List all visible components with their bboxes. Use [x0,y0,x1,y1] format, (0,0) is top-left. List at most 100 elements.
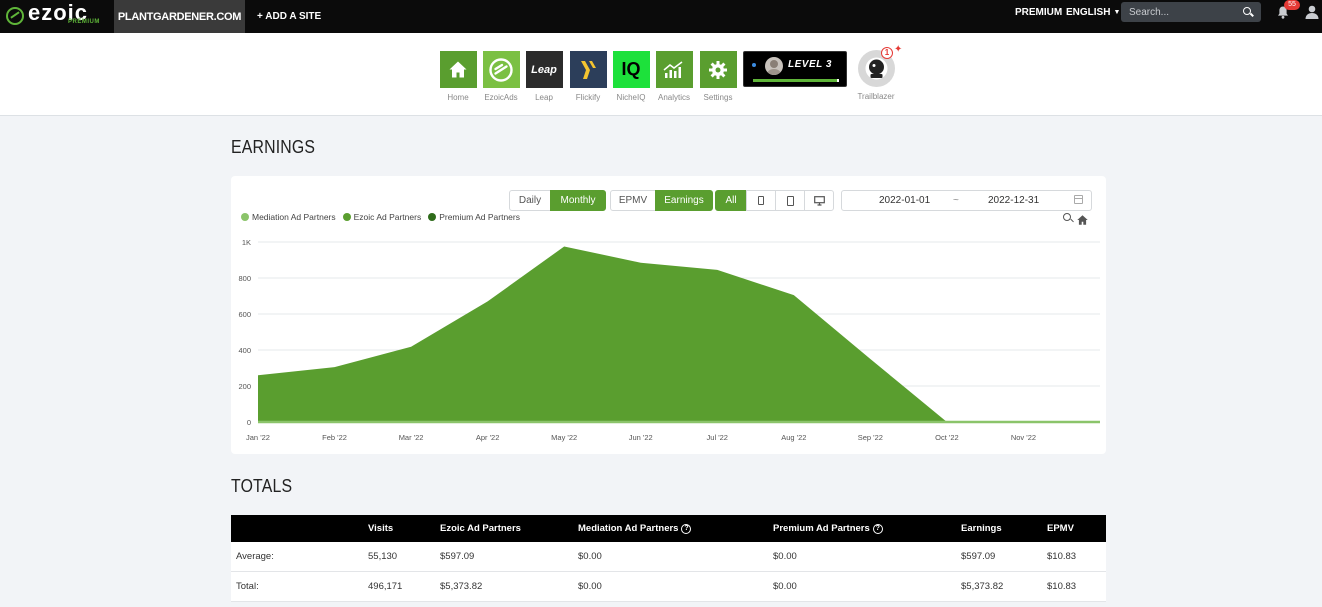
monthly-button[interactable]: Monthly [550,190,606,211]
all-devices-button[interactable]: All [715,190,747,211]
table-header: Visits Ezoic Ad Partners Mediation Ad Pa… [231,515,1106,542]
x-tick-label: May '22 [551,433,577,442]
app-trailblazer[interactable]: Trailblazer [852,50,900,101]
logo-premium-label: PREMIUM [68,19,100,25]
y-tick-label: 400 [238,346,251,355]
ezoic-logo[interactable]: ezoic PREMIUM [6,1,99,31]
column-header: Visits [368,523,394,534]
app-label: Flickify [575,93,601,102]
date-to: 2022-12-31 [988,195,1040,206]
language-dropdown[interactable]: ENGLISH ▼ [1066,0,1120,25]
leap-logo-text: Leap [531,63,557,76]
table-cell: 55,130 [368,551,398,562]
row-label: Total: [236,581,259,592]
x-tick-label: Nov '22 [1011,433,1036,442]
legend-item[interactable]: Ezoic Ad Partners [342,212,421,222]
column-header: Earnings [961,523,1002,534]
level-badge[interactable]: LEVEL 3 [743,51,847,87]
app-label: Leap [535,93,553,102]
table-cell: $597.09 [961,551,996,562]
row-label: Average: [236,551,274,562]
y-tick-label: 800 [238,274,251,283]
analytics-tile [655,51,693,88]
search-icon[interactable] [1243,7,1251,15]
app-analytics[interactable]: Analytics [650,51,698,102]
app-nicheiq[interactable]: IQ NicheIQ [607,51,655,102]
desktop-icon [813,195,825,206]
help-icon[interactable]: ? [681,523,692,534]
app-settings[interactable]: Settings [694,51,742,102]
series-area [258,246,1100,422]
app-label: Settings [703,93,733,102]
earnings-button[interactable]: Earnings [655,190,713,211]
legend-item[interactable]: Premium Ad Partners [428,212,520,222]
table-cell: $597.09 [440,551,475,562]
table-cell: $0.00 [578,581,602,592]
date-range-picker[interactable]: 2022-01-01 ~ 2022-12-31 [841,190,1092,211]
metric-toggle: EPMV Earnings [610,190,713,211]
mobile-icon [758,196,764,205]
app-ezoicads[interactable]: EzoicAds [477,51,525,102]
legend-item[interactable]: Mediation Ad Partners [241,212,336,222]
earnings-chart-card: Daily Monthly EPMV Earnings All 2022-01-… [231,176,1106,454]
flickify-tile [569,51,607,88]
flickify-icon [581,60,596,79]
totals-table: Visits Ezoic Ad Partners Mediation Ad Pa… [231,515,1106,602]
column-header-label: Premium Ad Partners [773,523,870,534]
top-navbar: ezoic PREMIUM PLANTGARDENER.COM + ADD A … [0,0,1322,33]
app-leap[interactable]: Leap Leap [520,51,568,102]
epmv-button[interactable]: EPMV [610,190,656,211]
add-site-link[interactable]: + ADD A SITE [257,0,321,33]
legend-dot [342,213,351,221]
x-tick-label: Aug '22 [781,433,806,442]
zoom-icon[interactable] [1063,213,1071,221]
search-box [1121,2,1261,22]
column-header: Ezoic Ad Partners [440,523,521,534]
app-label: Analytics [657,93,690,102]
daily-button[interactable]: Daily [509,190,551,211]
premium-link[interactable]: PREMIUM [1015,0,1062,25]
chart-legend: Mediation Ad Partners Ezoic Ad Partners … [241,212,527,222]
mobile-button[interactable] [746,190,776,211]
x-tick-label: Sep '22 [858,433,883,442]
notification-badge: 55 [1284,0,1300,10]
settings-tile [699,51,737,88]
tablet-icon [786,195,794,206]
column-header: Mediation Ad Partners? [578,515,692,542]
table-cell: $0.00 [578,551,602,562]
user-icon[interactable] [1305,5,1319,24]
table-row: Average: 55,130 $597.09 $0.00 $0.00 $597… [231,542,1106,572]
sparkle-icon: ✦ [894,44,903,55]
desktop-button[interactable] [804,190,834,211]
column-header: Premium Ad Partners? [773,515,883,542]
search-input[interactable] [1121,6,1239,18]
app-label: EzoicAds [484,93,518,102]
table-cell: $5,373.82 [440,581,483,592]
table-row: Total: 496,171 $5,373.82 $0.00 $0.00 $5,… [231,572,1106,602]
x-tick-label: Jan '22 [246,433,270,442]
x-tick-label: Oct '22 [935,433,959,442]
help-icon[interactable]: ? [872,523,883,534]
site-tab[interactable]: PLANTGARDENER.COM [114,0,245,33]
column-header: EPMV [1047,523,1074,534]
table-cell: $0.00 [773,551,797,562]
table-cell: $5,373.82 [961,581,1004,592]
nicheiq-tile: IQ [612,51,650,88]
home-icon[interactable] [1077,212,1088,230]
tablet-button[interactable] [775,190,805,211]
app-bar: Home EzoicAds Leap Leap Flickify IQ Nich… [0,33,1322,116]
x-tick-label: Jun '22 [629,433,653,442]
ezoic-ads-icon [489,57,513,82]
analytics-icon [663,60,683,78]
app-home[interactable]: Home [434,51,482,102]
language-label: ENGLISH [1066,7,1111,18]
ezoic-logo-icon [6,7,24,25]
app-flickify[interactable]: Flickify [564,51,612,102]
x-tick-label: Jul '22 [707,433,728,442]
table-cell: $10.83 [1047,581,1077,592]
table-cell: 496,171 [368,581,403,592]
avatar [765,57,783,75]
totals-title: TOTALS [231,476,293,496]
app-label: Trailblazer [857,92,895,101]
level-dot [752,63,756,67]
